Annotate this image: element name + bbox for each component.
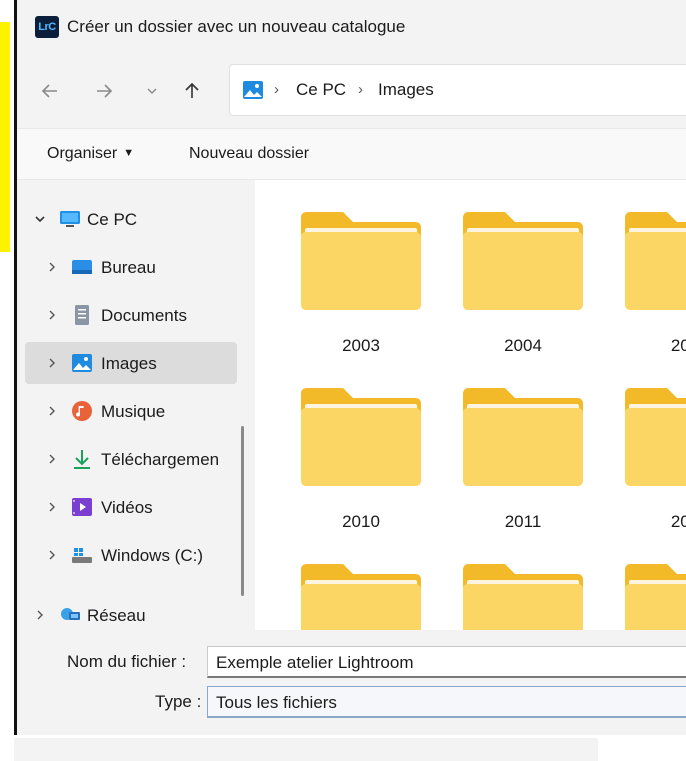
navigation-bar: › Ce PC › Images	[17, 56, 686, 128]
sidebar-item-label: Images	[101, 354, 157, 373]
music-icon	[72, 401, 92, 421]
sidebar-item-label: Vidéos	[101, 498, 153, 517]
sidebar-item-images[interactable]: Images	[25, 342, 237, 384]
sidebar-item-label: Réseau	[87, 606, 146, 625]
sidebar-item-label: Téléchargemen	[101, 450, 220, 469]
chevron-right-icon[interactable]	[45, 260, 59, 274]
breadcrumb-separator: ›	[274, 81, 279, 98]
new-folder-button[interactable]: Nouveau dossier	[189, 145, 309, 163]
document-icon	[75, 305, 89, 325]
chevron-right-icon[interactable]	[45, 356, 59, 370]
images-folder-icon	[243, 81, 263, 99]
navigation-pane: Ce PC Bureau Documents Images Musique Té…	[17, 180, 255, 630]
folder-front	[463, 232, 583, 310]
type-label: Type :	[155, 692, 202, 711]
sidebar-item-ce-pc[interactable]: Ce PC	[25, 198, 237, 240]
file-type-select[interactable]: Tous les fichiers	[207, 686, 686, 718]
desktop-icon	[72, 260, 92, 274]
up-arrow-icon[interactable]	[177, 76, 207, 106]
file-list: 2003 2004 200 2010 2011 201	[255, 180, 686, 662]
dialog-title: Créer un dossier avec un nouveau catalog…	[67, 17, 406, 36]
folder-icon	[463, 388, 583, 486]
address-bar[interactable]: › Ce PC › Images	[229, 64, 686, 116]
folder-label: 2003	[342, 336, 380, 355]
sidebar-item-videos[interactable]: Vidéos	[25, 486, 237, 528]
breadcrumb-separator: ›	[358, 81, 363, 98]
folder-label: 2010	[342, 512, 380, 531]
filename-input[interactable]: Exemple atelier Lightroom	[207, 646, 686, 678]
folder-label: 2004	[504, 336, 542, 355]
chevron-right-icon[interactable]	[45, 500, 59, 514]
chevron-right-icon[interactable]	[33, 608, 47, 622]
chevron-right-icon[interactable]	[45, 452, 59, 466]
forward-arrow-icon[interactable]	[89, 76, 119, 106]
folder-label: 200	[670, 336, 686, 355]
sidebar-item-windows-c[interactable]: Windows (C:)	[25, 534, 237, 576]
folder-icon	[301, 388, 421, 486]
sidebar-item-telechargements[interactable]: Téléchargemen	[25, 438, 237, 480]
folder-icon	[625, 212, 686, 310]
chevron-right-icon[interactable]	[45, 548, 59, 562]
recent-locations-chevron-icon[interactable]	[137, 76, 167, 106]
sidebar-item-label: Bureau	[101, 258, 156, 277]
highlight-marker	[0, 22, 10, 252]
sidebar-item-label: Ce PC	[87, 210, 138, 229]
chevron-down-icon[interactable]	[33, 212, 47, 226]
video-icon	[72, 498, 92, 516]
folder-label: 201	[670, 512, 686, 531]
folder-front	[463, 408, 583, 486]
monitor-icon	[60, 211, 80, 227]
filename-label: Nom du fichier :	[67, 652, 187, 671]
caret-down-icon: ▼	[123, 147, 135, 159]
command-bar: Organiser ▼ Nouveau dossier	[17, 128, 686, 180]
folder-front	[625, 408, 686, 486]
sidebar-item-bureau[interactable]: Bureau	[25, 246, 237, 288]
chevron-right-icon[interactable]	[45, 308, 59, 322]
organize-button[interactable]: Organiser ▼	[47, 145, 134, 163]
folder-front	[625, 232, 686, 310]
breadcrumb-images[interactable]: Images	[378, 80, 434, 100]
folder-label: 2011	[504, 512, 542, 531]
image-icon	[72, 354, 92, 372]
sidebar-item-documents[interactable]: Documents	[25, 294, 237, 336]
breadcrumb-ce-pc[interactable]: Ce PC	[296, 80, 346, 100]
sidebar-item-musique[interactable]: Musique	[25, 390, 237, 432]
dialog-footer	[14, 738, 598, 761]
download-icon	[74, 450, 90, 469]
network-icon	[61, 608, 80, 620]
folder-icon	[625, 388, 686, 486]
chevron-right-icon[interactable]	[45, 404, 59, 418]
file-form: Nom du fichier : Exemple atelier Lightro…	[17, 630, 686, 735]
save-dialog: LrC Créer un dossier avec un nouveau cat…	[14, 0, 686, 735]
back-arrow-icon[interactable]	[35, 76, 65, 106]
sidebar-scrollbar[interactable]	[241, 426, 244, 596]
sidebar-item-label: Windows (C:)	[101, 546, 204, 565]
title-bar: LrC Créer un dossier avec un nouveau cat…	[17, 0, 686, 56]
drive-icon	[72, 548, 92, 563]
folder-icon	[301, 212, 421, 310]
folder-front	[301, 408, 421, 486]
lightroom-app-icon: LrC	[35, 16, 59, 38]
folder-front	[301, 232, 421, 310]
sidebar-item-label: Documents	[101, 306, 187, 325]
folder-icon	[463, 212, 583, 310]
sidebar-item-label: Musique	[101, 402, 166, 421]
